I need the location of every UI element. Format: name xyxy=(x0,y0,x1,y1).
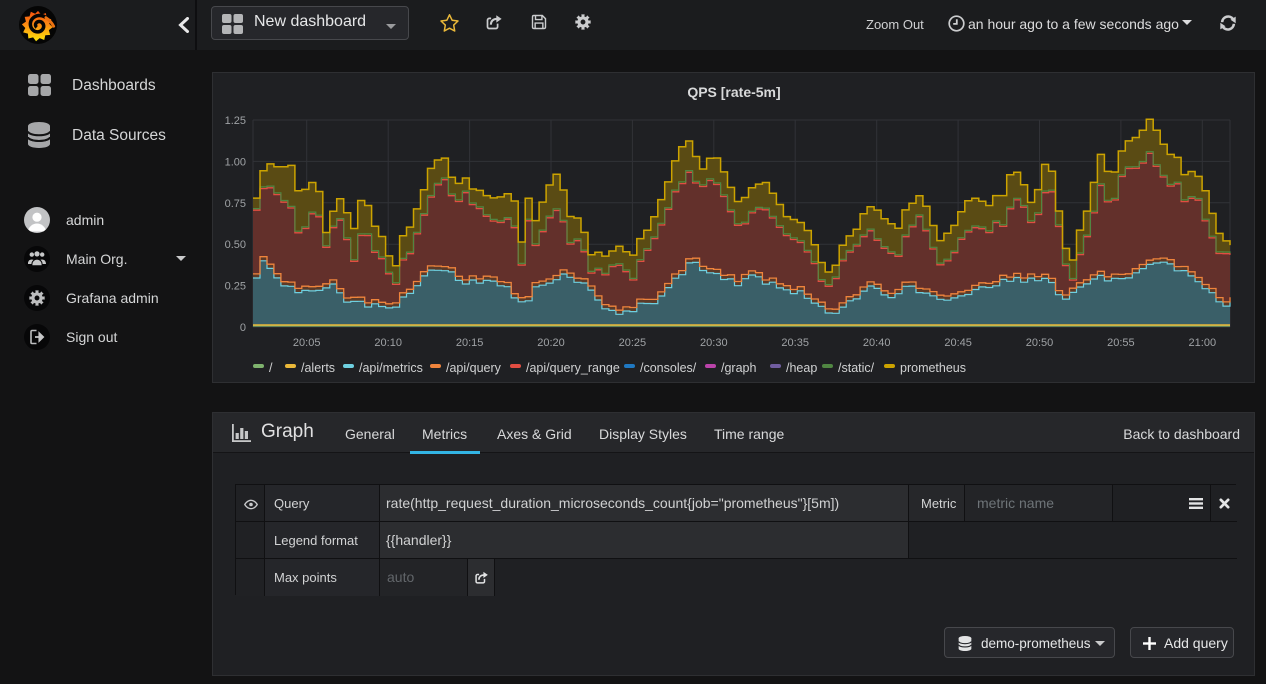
svg-text:21:00: 21:00 xyxy=(1189,337,1217,349)
svg-text:20:05: 20:05 xyxy=(293,337,321,349)
svg-text:20:20: 20:20 xyxy=(537,337,565,349)
svg-text:0.75: 0.75 xyxy=(225,198,246,210)
svg-text:prometheus: prometheus xyxy=(900,361,966,375)
svg-text:0: 0 xyxy=(240,322,246,334)
svg-text:/graph: /graph xyxy=(721,361,756,375)
svg-text:QPS [rate-5m]: QPS [rate-5m] xyxy=(687,84,780,100)
svg-text:20:10: 20:10 xyxy=(374,337,402,349)
svg-text:20:50: 20:50 xyxy=(1026,337,1054,349)
svg-text:20:15: 20:15 xyxy=(456,337,484,349)
svg-text:/heap: /heap xyxy=(786,361,817,375)
svg-text:/consoles/: /consoles/ xyxy=(640,361,697,375)
svg-text:0.25: 0.25 xyxy=(225,281,246,293)
svg-text:/api/metrics: /api/metrics xyxy=(359,361,423,375)
svg-text:/alerts: /alerts xyxy=(301,361,335,375)
svg-text:/api/query: /api/query xyxy=(446,361,502,375)
svg-text:/static/: /static/ xyxy=(838,361,875,375)
svg-text:20:45: 20:45 xyxy=(944,337,972,349)
svg-text:/: / xyxy=(269,361,273,375)
svg-text:1.00: 1.00 xyxy=(225,156,246,168)
svg-text:20:35: 20:35 xyxy=(781,337,809,349)
svg-text:20:40: 20:40 xyxy=(863,337,891,349)
svg-text:1.25: 1.25 xyxy=(225,115,246,127)
svg-text:20:55: 20:55 xyxy=(1107,337,1135,349)
svg-text:/api/query_range: /api/query_range xyxy=(526,361,620,375)
svg-text:0.50: 0.50 xyxy=(225,239,246,251)
svg-text:20:30: 20:30 xyxy=(700,337,728,349)
svg-text:20:25: 20:25 xyxy=(619,337,647,349)
